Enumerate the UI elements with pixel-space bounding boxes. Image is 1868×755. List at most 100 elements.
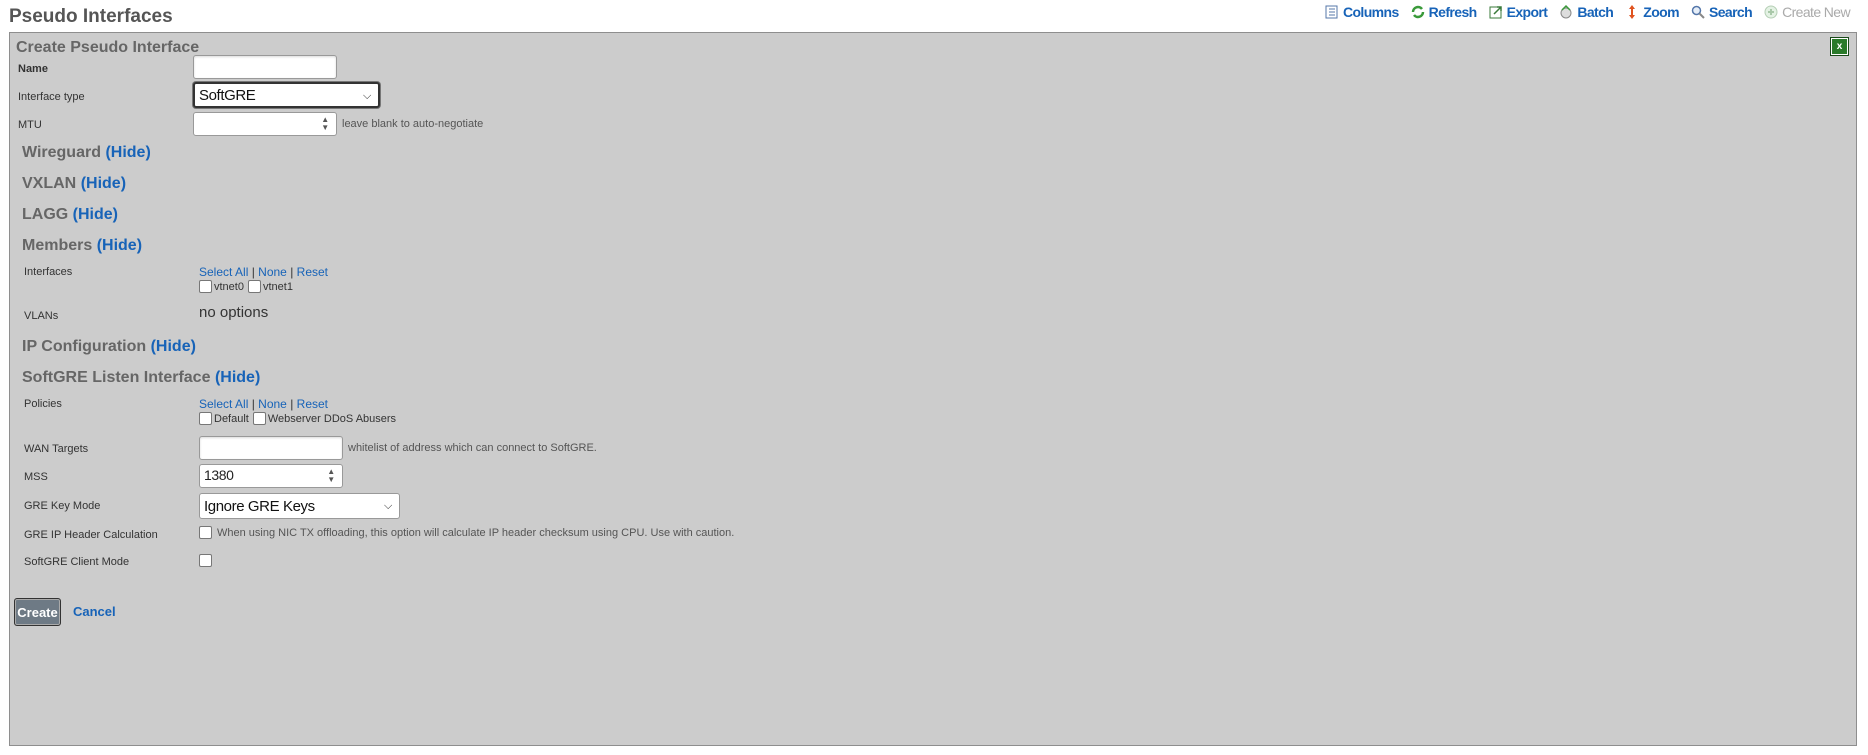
separator: | bbox=[290, 397, 294, 411]
export-icon bbox=[1489, 6, 1502, 19]
gre-ip-header-label: GRE IP Header Calculation bbox=[24, 529, 158, 541]
mtu-hint: leave blank to auto-negotiate bbox=[342, 118, 484, 130]
wan-targets-hint: whitelist of address which can connect t… bbox=[348, 442, 597, 454]
export-label: Export bbox=[1506, 4, 1548, 20]
wan-targets-label: WAN Targets bbox=[24, 443, 89, 455]
policies-label: Policies bbox=[24, 398, 62, 410]
gre-ip-header-hint: When using NIC TX offloading, this optio… bbox=[217, 526, 735, 539]
vlans-value: no options bbox=[199, 304, 269, 321]
section-lagg-title: LAGG bbox=[22, 206, 69, 223]
section-softgre-listen-title: SoftGRE Listen Interface bbox=[22, 369, 211, 386]
client-mode-label: SoftGRE Client Mode bbox=[24, 556, 130, 568]
panel-title: Create Pseudo Interface bbox=[16, 39, 200, 56]
vtnet0-checkbox[interactable] bbox=[199, 280, 212, 293]
mss-input[interactable]: 1380 ▲ ▼ bbox=[199, 464, 343, 488]
default-policy-checkbox[interactable] bbox=[199, 412, 212, 425]
page-title: Pseudo Interfaces bbox=[9, 6, 173, 27]
close-button[interactable]: x bbox=[1831, 38, 1848, 55]
section-ip-config-title: IP Configuration bbox=[22, 338, 147, 355]
members-hide-link[interactable]: (Hide) bbox=[97, 237, 142, 254]
zoom-button[interactable]: Zoom bbox=[1624, 4, 1680, 20]
client-mode-checkbox[interactable] bbox=[199, 554, 212, 567]
toolbar: Columns Refresh Export Batch Zoom Search… bbox=[1313, 4, 1851, 20]
refresh-label: Refresh bbox=[1428, 4, 1478, 20]
policies-none-link[interactable]: None bbox=[258, 397, 287, 411]
cancel-link[interactable]: Cancel bbox=[73, 604, 116, 619]
wan-targets-input[interactable] bbox=[199, 436, 343, 460]
columns-icon bbox=[1325, 5, 1338, 19]
interfaces-none-link[interactable]: None bbox=[258, 265, 287, 279]
search-icon bbox=[1691, 5, 1705, 19]
mss-value: 1380 bbox=[204, 467, 234, 483]
vtnet0-label: vtnet0 bbox=[214, 280, 244, 293]
vxlan-hide-link[interactable]: (Hide) bbox=[81, 175, 126, 192]
gre-key-mode-label: GRE Key Mode bbox=[24, 500, 101, 512]
interfaces-reset-link[interactable]: Reset bbox=[297, 265, 328, 279]
ip-config-hide-link[interactable]: (Hide) bbox=[151, 338, 196, 355]
client-mode-row bbox=[199, 554, 214, 567]
batch-icon bbox=[1560, 4, 1572, 19]
section-ip-config: IP Configuration (Hide) bbox=[22, 338, 196, 356]
policies-select-all-link[interactable]: Select All bbox=[199, 397, 248, 411]
separator: | bbox=[251, 397, 255, 411]
section-members-title: Members bbox=[22, 237, 93, 254]
wireguard-hide-link[interactable]: (Hide) bbox=[105, 144, 150, 161]
section-wireguard-title: Wireguard bbox=[22, 144, 101, 161]
interface-type-select[interactable]: SoftGRE ⌵ bbox=[193, 82, 380, 108]
interface-type-value: SoftGRE bbox=[199, 86, 256, 104]
section-lagg: LAGG (Hide) bbox=[22, 206, 118, 224]
create-new-label: Create New bbox=[1782, 4, 1851, 20]
refresh-button[interactable]: Refresh bbox=[1410, 4, 1477, 20]
refresh-icon bbox=[1411, 5, 1424, 19]
interfaces-select-all-link[interactable]: Select All bbox=[199, 265, 248, 279]
policies-selector-links: Select All | None | Reset bbox=[199, 397, 328, 411]
add-icon bbox=[1764, 5, 1778, 19]
batch-label: Batch bbox=[1577, 4, 1614, 20]
stepper-arrows-icon[interactable]: ▲ ▼ bbox=[320, 116, 330, 132]
section-vxlan: VXLAN (Hide) bbox=[22, 175, 126, 193]
zoom-label: Zoom bbox=[1643, 4, 1679, 20]
lagg-hide-link[interactable]: (Hide) bbox=[73, 206, 118, 223]
vlans-label: VLANs bbox=[24, 310, 59, 322]
gre-key-mode-select[interactable]: Ignore GRE Keys ⌵ bbox=[199, 493, 400, 519]
section-members: Members (Hide) bbox=[22, 237, 142, 255]
search-label: Search bbox=[1708, 4, 1753, 20]
name-label: Name bbox=[18, 63, 48, 75]
mtu-input[interactable]: ▲ ▼ bbox=[193, 112, 337, 136]
section-wireguard: Wireguard (Hide) bbox=[22, 144, 151, 162]
chevron-down-icon: ⌵ bbox=[363, 90, 371, 102]
policies-reset-link[interactable]: Reset bbox=[297, 397, 328, 411]
section-softgre-listen: SoftGRE Listen Interface (Hide) bbox=[22, 369, 260, 387]
default-policy-label: Default bbox=[214, 412, 249, 425]
create-new-button[interactable]: Create New bbox=[1763, 4, 1851, 20]
search-button[interactable]: Search bbox=[1690, 4, 1753, 20]
interfaces-checkbox-list: vtnet0 vtnet1 bbox=[199, 280, 297, 293]
columns-label: Columns bbox=[1342, 4, 1399, 20]
name-input[interactable] bbox=[193, 55, 337, 79]
section-vxlan-title: VXLAN bbox=[22, 175, 77, 192]
gre-key-mode-value: Ignore GRE Keys bbox=[204, 497, 315, 515]
mss-label: MSS bbox=[24, 471, 48, 483]
interface-type-label: Interface type bbox=[18, 91, 85, 103]
ddos-policy-checkbox[interactable] bbox=[252, 412, 266, 425]
mtu-label: MTU bbox=[18, 119, 42, 131]
separator: | bbox=[251, 265, 255, 279]
create-panel: Create Pseudo Interface x Name Interface… bbox=[9, 32, 1857, 746]
create-button[interactable]: Create bbox=[14, 598, 61, 626]
batch-button[interactable]: Batch bbox=[1558, 4, 1614, 20]
export-button[interactable]: Export bbox=[1488, 4, 1548, 20]
interfaces-label: Interfaces bbox=[24, 266, 73, 278]
vtnet1-label: vtnet1 bbox=[262, 280, 293, 293]
softgre-listen-hide-link[interactable]: (Hide) bbox=[215, 369, 260, 386]
vtnet1-checkbox[interactable] bbox=[247, 280, 261, 293]
interfaces-selector-links: Select All | None | Reset bbox=[199, 265, 328, 279]
stepper-arrows-icon[interactable]: ▲ ▼ bbox=[326, 468, 336, 484]
gre-ip-header-row: When using NIC TX offloading, this optio… bbox=[199, 526, 738, 539]
columns-button[interactable]: Columns bbox=[1324, 4, 1399, 20]
policies-checkbox-list: Default Webserver DDoS Abusers bbox=[199, 412, 400, 425]
gre-ip-header-checkbox[interactable] bbox=[199, 526, 212, 539]
chevron-down-icon: ⌵ bbox=[384, 500, 392, 512]
separator: | bbox=[290, 265, 294, 279]
ddos-policy-label: Webserver DDoS Abusers bbox=[267, 412, 397, 425]
zoom-icon bbox=[1629, 5, 1636, 19]
